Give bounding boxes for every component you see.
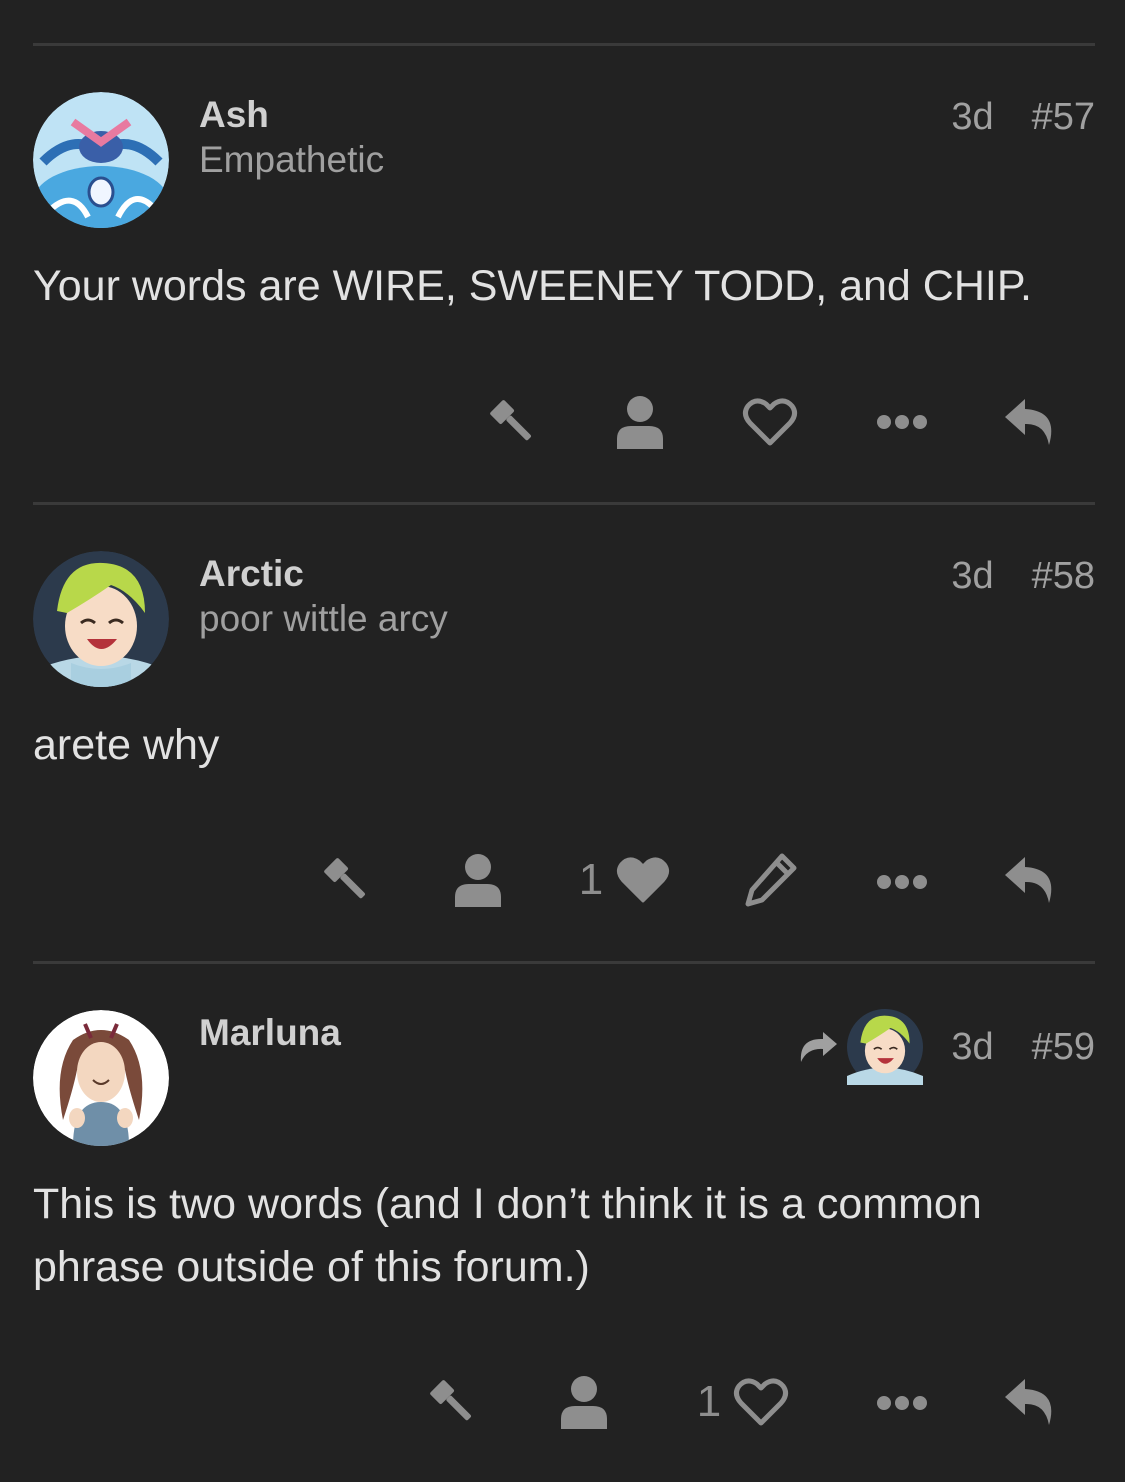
ellipsis-icon xyxy=(877,415,927,429)
heart-icon xyxy=(734,1378,789,1426)
post-body: This is two words (and I don’t think it … xyxy=(33,1180,982,1291)
post-body: arete why xyxy=(33,721,220,769)
like-count[interactable]: 1 xyxy=(697,1380,721,1424)
post-age[interactable]: 3d xyxy=(951,556,993,596)
more-button[interactable] xyxy=(872,400,932,444)
more-button[interactable] xyxy=(872,860,932,904)
reply-icon xyxy=(1005,857,1052,903)
post-number[interactable]: #57 xyxy=(1032,97,1095,137)
username[interactable]: Marluna xyxy=(199,1013,341,1053)
heart-icon xyxy=(617,857,670,903)
share-arrow-icon xyxy=(801,1032,838,1062)
user-card-button[interactable] xyxy=(450,852,506,908)
pencil-icon xyxy=(745,853,797,907)
like-count[interactable]: 1 xyxy=(579,858,603,902)
username[interactable]: Arctic xyxy=(199,554,304,594)
flag-button[interactable] xyxy=(482,394,542,450)
post-meta: 3d #58 xyxy=(951,556,1095,596)
user-icon xyxy=(561,1376,607,1429)
like-button[interactable] xyxy=(738,394,802,450)
reply-button[interactable] xyxy=(1000,394,1062,450)
gavel-icon xyxy=(324,858,365,899)
like-button[interactable]: 1 xyxy=(684,1374,802,1430)
post-number[interactable]: #58 xyxy=(1032,556,1095,596)
user-title: poor wittle arcy xyxy=(199,598,448,639)
reply-icon xyxy=(1005,399,1052,445)
flag-button[interactable] xyxy=(422,1374,482,1430)
like-button[interactable]: 1 xyxy=(570,852,680,908)
reply-to-indicator[interactable] xyxy=(797,1009,924,1085)
more-button[interactable] xyxy=(872,1381,932,1425)
post-meta: 3d #57 xyxy=(951,97,1095,137)
reply-button[interactable] xyxy=(1000,1374,1062,1430)
post-body: Your words are WIRE, SWEENEY TODD, and C… xyxy=(33,262,1032,310)
edit-button[interactable] xyxy=(740,852,800,908)
post-number[interactable]: #59 xyxy=(1032,1027,1095,1067)
reply-icon xyxy=(1005,1379,1052,1425)
avatar-arctic[interactable] xyxy=(33,551,169,687)
reply-to-avatar xyxy=(847,1009,924,1085)
user-card-button[interactable] xyxy=(612,394,668,450)
user-title: Empathetic xyxy=(199,139,385,180)
ellipsis-icon xyxy=(877,875,927,889)
avatar-ash[interactable] xyxy=(33,92,169,228)
user-card-button[interactable] xyxy=(556,1374,612,1430)
heart-icon xyxy=(742,398,798,446)
user-icon xyxy=(617,396,663,449)
ellipsis-icon xyxy=(877,1396,927,1410)
post-divider xyxy=(33,502,1095,505)
post-meta: 3d #59 xyxy=(797,1009,1095,1085)
gavel-icon xyxy=(490,400,531,441)
post-divider xyxy=(33,43,1095,46)
post-age[interactable]: 3d xyxy=(951,97,993,137)
reply-button[interactable] xyxy=(1000,852,1062,908)
post-age[interactable]: 3d xyxy=(951,1027,993,1067)
gavel-icon xyxy=(430,1380,471,1421)
username[interactable]: Ash xyxy=(199,95,269,135)
avatar-marluna[interactable] xyxy=(33,1010,169,1146)
user-icon xyxy=(455,854,501,907)
post-divider xyxy=(33,961,1095,964)
flag-button[interactable] xyxy=(316,852,376,908)
